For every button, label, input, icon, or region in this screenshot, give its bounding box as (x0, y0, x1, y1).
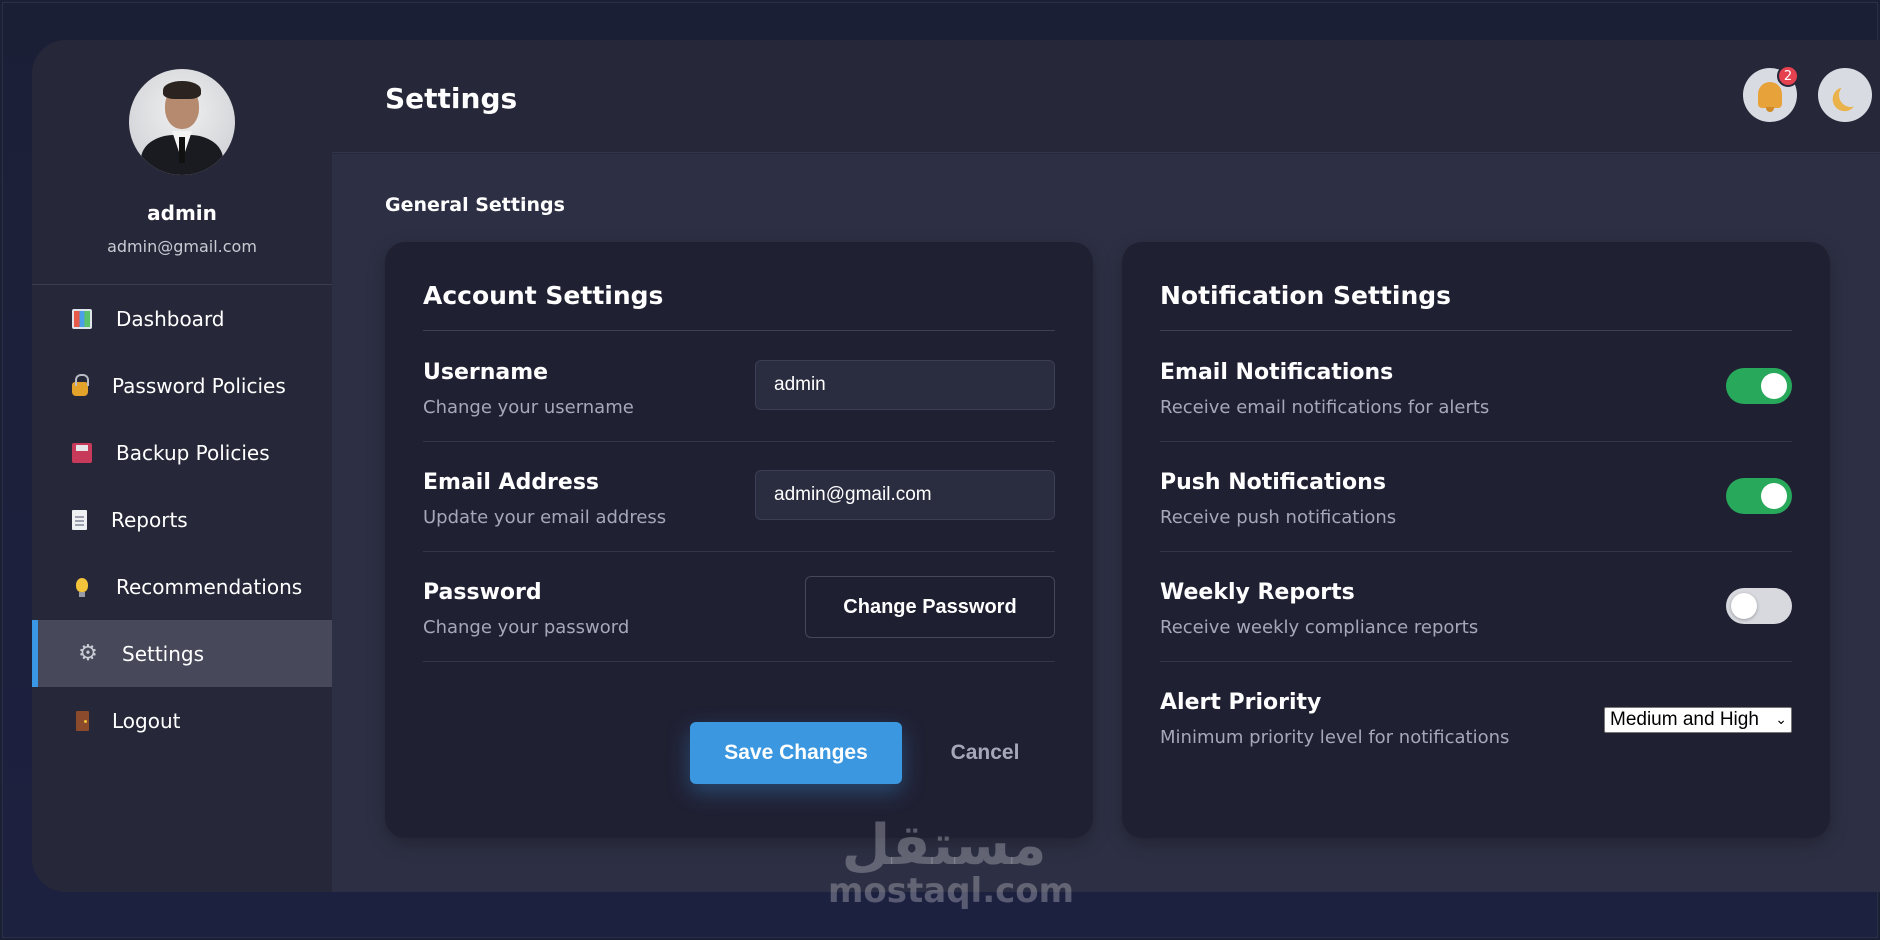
sidebar-item-label: Dashboard (116, 306, 225, 331)
main-area: Settings 2 General Settings Account Sett… (332, 40, 1880, 892)
sidebar-item-label: Password Policies (112, 373, 286, 398)
password-description: Change your password (423, 617, 630, 638)
email-notifications-description: Receive email notifications for alerts (1160, 397, 1490, 418)
push-notifications-toggle[interactable] (1726, 478, 1792, 514)
divider (1160, 330, 1792, 331)
settings-content: General Settings Account Settings Userna… (332, 154, 1880, 892)
change-password-button[interactable]: Change Password (805, 576, 1055, 638)
password-row: Password Change your password Change Pas… (423, 552, 1055, 662)
sidebar-item-label: Recommendations (116, 574, 303, 599)
sidebar: admin admin@gmail.com Dashboard Password… (32, 40, 332, 892)
avatar[interactable] (129, 69, 235, 175)
chart-icon (72, 308, 92, 329)
username-row: Username Change your username admin (423, 332, 1055, 442)
gear-icon: ⚙ (78, 641, 98, 666)
floppy-disk-icon (72, 442, 92, 463)
sidebar-item-backup-policies[interactable]: Backup Policies (32, 419, 332, 486)
notification-badge: 2 (1777, 65, 1799, 87)
card-title: Notification Settings (1160, 281, 1452, 310)
profile-name: admin (147, 201, 217, 225)
document-icon (72, 509, 87, 530)
email-label: Email Address (423, 470, 600, 495)
email-row: Email Address Update your email address … (423, 442, 1055, 552)
section-title: General Settings (385, 194, 565, 216)
theme-toggle-button[interactable] (1818, 68, 1872, 122)
push-notifications-row: Push Notifications Receive push notifica… (1160, 442, 1792, 552)
chevron-down-icon: ⌄ (1775, 711, 1787, 727)
weekly-reports-description: Receive weekly compliance reports (1160, 617, 1479, 638)
sidebar-nav: Dashboard Password Policies Backup Polic… (32, 285, 332, 754)
notification-settings-card: Notification Settings Email Notification… (1122, 242, 1830, 838)
sidebar-item-recommendations[interactable]: Recommendations (32, 553, 332, 620)
sidebar-item-label: Settings (122, 641, 205, 666)
divider (423, 330, 1055, 331)
alert-priority-description: Minimum priority level for notifications (1160, 727, 1510, 748)
top-bar: Settings 2 (332, 40, 1880, 153)
sidebar-item-dashboard[interactable]: Dashboard (32, 285, 332, 352)
lock-icon (72, 373, 89, 396)
profile-panel: admin admin@gmail.com (32, 40, 332, 285)
email-notifications-toggle[interactable] (1726, 368, 1792, 404)
password-label: Password (423, 580, 542, 605)
alert-priority-value: Medium and High (1610, 709, 1759, 730)
light-bulb-icon (76, 577, 88, 597)
email-description: Update your email address (423, 507, 667, 528)
app-shell: admin admin@gmail.com Dashboard Password… (32, 40, 1880, 892)
cancel-button[interactable]: Cancel (915, 722, 1055, 784)
sidebar-item-label: Reports (111, 507, 188, 532)
email-input[interactable]: admin@gmail.com (755, 470, 1055, 520)
sidebar-item-reports[interactable]: Reports (32, 486, 332, 553)
username-label: Username (423, 360, 549, 385)
bell-icon (1758, 82, 1782, 112)
username-description: Change your username (423, 397, 634, 418)
weekly-reports-toggle[interactable] (1726, 588, 1792, 624)
watermark-arabic: مستقل (841, 813, 1047, 878)
weekly-reports-row: Weekly Reports Receive weekly compliance… (1160, 552, 1792, 662)
alert-priority-row: Alert Priority Minimum priority level fo… (1160, 662, 1792, 772)
sidebar-item-label: Logout (112, 708, 181, 733)
door-icon (75, 710, 89, 731)
moon-icon (1837, 81, 1865, 109)
page-title: Settings (385, 82, 518, 115)
watermark-latin: mostaql.com (828, 871, 1075, 911)
save-changes-button[interactable]: Save Changes (690, 722, 902, 784)
account-settings-card: Account Settings Username Change your us… (385, 242, 1093, 838)
card-title: Account Settings (423, 281, 664, 310)
sidebar-item-settings[interactable]: ⚙ Settings (32, 620, 332, 687)
sidebar-item-label: Backup Policies (116, 440, 270, 465)
username-input[interactable]: admin (755, 360, 1055, 410)
alert-priority-select[interactable]: Medium and High ⌄ (1604, 707, 1792, 733)
profile-email: admin@gmail.com (107, 237, 257, 256)
push-notifications-label: Push Notifications (1160, 470, 1386, 495)
weekly-reports-label: Weekly Reports (1160, 580, 1355, 605)
sidebar-item-logout[interactable]: Logout (32, 687, 332, 754)
push-notifications-description: Receive push notifications (1160, 507, 1397, 528)
alert-priority-label: Alert Priority (1160, 690, 1322, 715)
sidebar-item-password-policies[interactable]: Password Policies (32, 352, 332, 419)
email-notifications-label: Email Notifications (1160, 360, 1394, 385)
email-notifications-row: Email Notifications Receive email notifi… (1160, 332, 1792, 442)
watermark: مستقل mostaql.com (828, 813, 1075, 911)
